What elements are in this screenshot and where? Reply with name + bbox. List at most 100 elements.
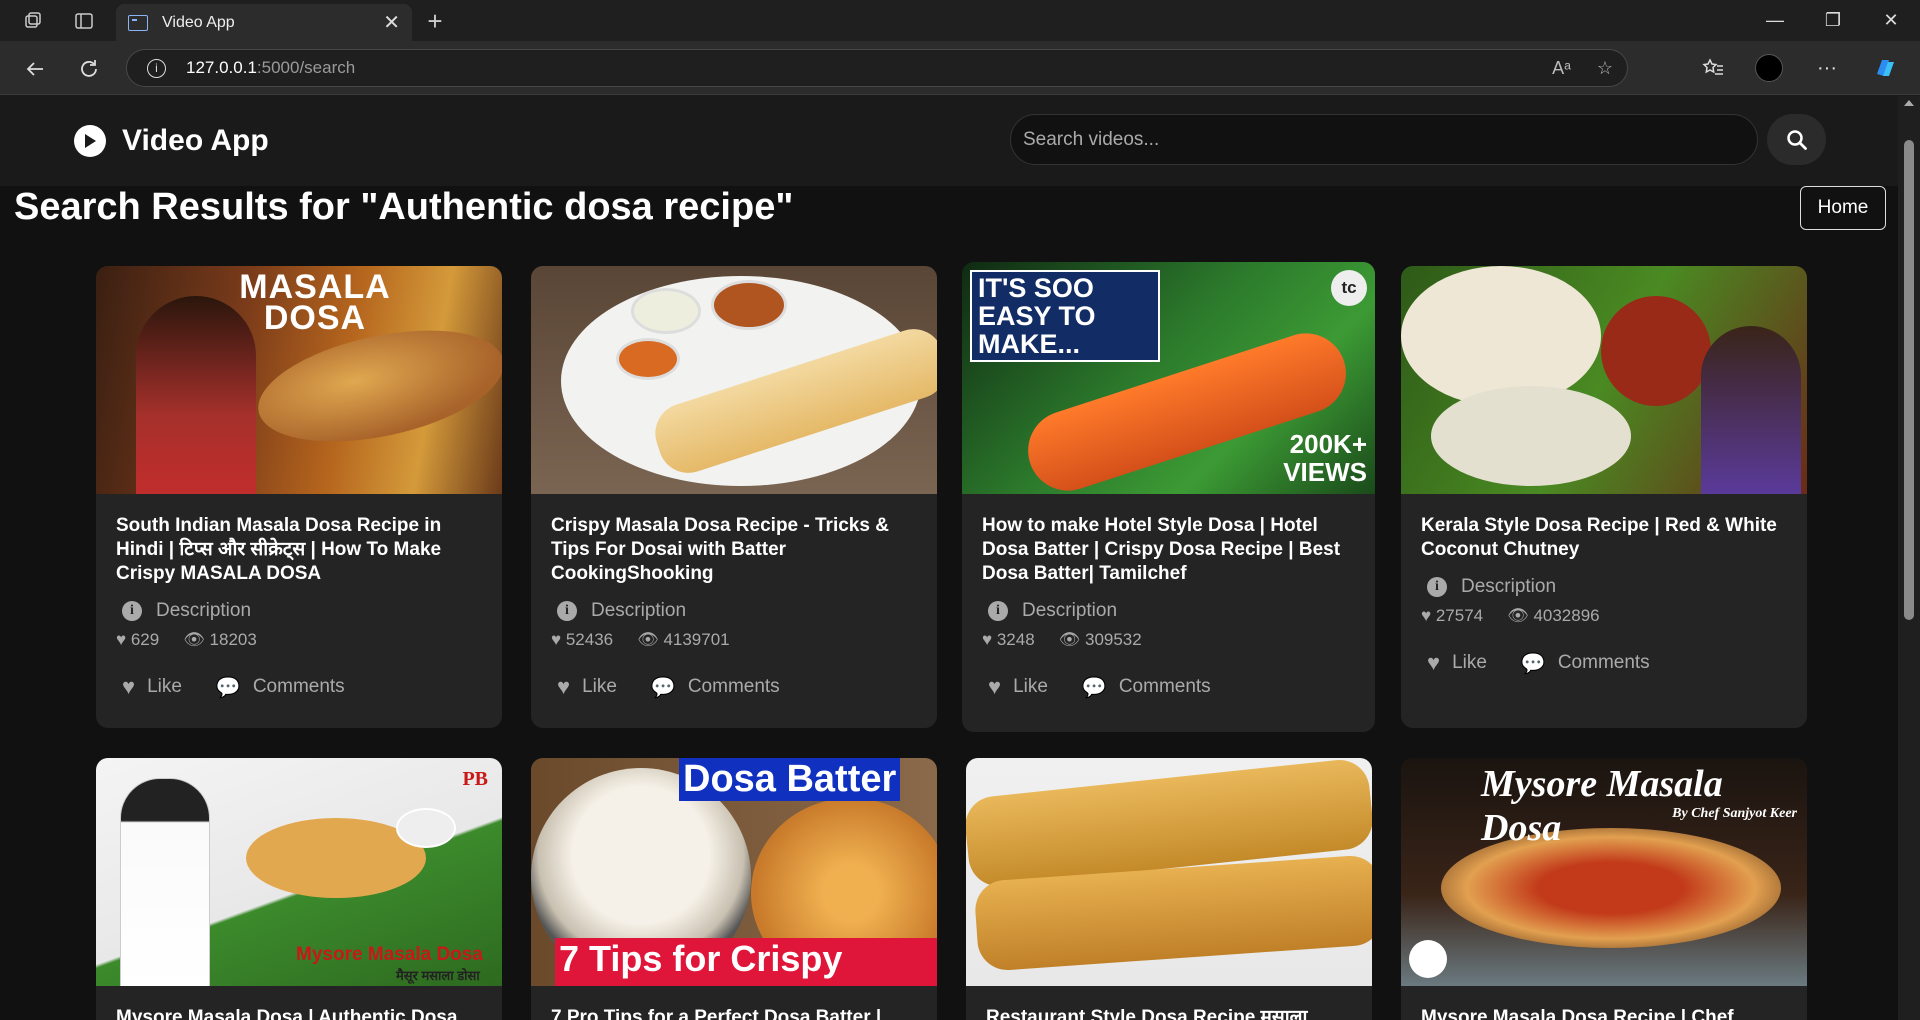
scrollbar-thumb[interactable] xyxy=(1904,140,1914,620)
url-path: :5000/search xyxy=(256,58,356,77)
info-icon: i xyxy=(988,601,1008,621)
video-thumbnail[interactable]: Mysore Masala Dosa By Chef Sanjyot Keer xyxy=(1401,758,1807,986)
eye-icon: 👁 xyxy=(637,630,659,649)
copilot-icon[interactable] xyxy=(1870,53,1900,83)
comments-button[interactable]: 💬 Comments xyxy=(1521,651,1650,676)
favorites-icon[interactable] xyxy=(1698,53,1728,83)
video-title[interactable]: How to make Hotel Style Dosa | Hotel Dos… xyxy=(982,514,1357,586)
thumbnail-caption-hindi: मैसूर मसाला डोसा xyxy=(396,968,480,983)
url-host: 127.0.0.1 xyxy=(186,58,257,77)
video-thumbnail[interactable]: IT'S SOO EASY TO MAKE... 200K+ VIEWS tc xyxy=(962,262,1375,494)
video-card[interactable]: Mysore Masala Dosa By Chef Sanjyot Keer … xyxy=(1401,758,1807,1020)
like-button[interactable]: ♥ Like xyxy=(122,674,182,700)
video-card[interactable]: IT'S SOO EASY TO MAKE... 200K+ VIEWS tc … xyxy=(962,262,1375,732)
video-thumbnail[interactable] xyxy=(1401,266,1807,494)
thumbnail-caption-secondary: By Chef Sanjyot Keer xyxy=(1672,806,1797,821)
video-card[interactable]: Kerala Style Dosa Recipe | Red & White C… xyxy=(1401,266,1807,728)
view-count: 18203 xyxy=(209,630,257,649)
video-card[interactable]: MASALA DOSA South Indian Masala Dosa Rec… xyxy=(96,266,502,728)
comments-button[interactable]: 💬 Comments xyxy=(216,675,345,700)
heart-icon: ♥ xyxy=(122,674,136,699)
close-tab-icon[interactable]: ✕ xyxy=(383,10,400,35)
workspaces-icon[interactable] xyxy=(20,8,46,34)
video-thumbnail[interactable] xyxy=(531,266,937,494)
video-title[interactable]: 7 Pro Tips for a Perfect Dosa Batter | xyxy=(551,1006,919,1020)
video-card[interactable]: Restaurant Style Dosa Recipe मसाला xyxy=(966,758,1372,1020)
video-card[interactable]: Dosa Batter 7 Tips for Crispy Dosa 7 Pro… xyxy=(531,758,937,1020)
search-icon xyxy=(1786,129,1807,150)
heart-icon: ♥ xyxy=(982,630,993,649)
browser-tab-bar: Video App ✕ + — ❐ ✕ xyxy=(0,0,1920,41)
address-bar[interactable]: i 127.0.0.1:5000/search Aᵃ ☆ xyxy=(126,49,1628,87)
description-toggle[interactable]: i Description xyxy=(988,600,1357,622)
minimize-icon[interactable]: — xyxy=(1746,0,1804,41)
description-toggle[interactable]: i Description xyxy=(1427,576,1789,598)
video-title[interactable]: Crispy Masala Dosa Recipe - Tricks & Tip… xyxy=(551,514,919,586)
more-options-icon[interactable]: ··· xyxy=(1812,53,1842,83)
like-label: Like xyxy=(1013,676,1048,697)
favorite-star-icon[interactable]: ☆ xyxy=(1597,58,1613,79)
page-title: Search Results for "Authentic dosa recip… xyxy=(14,186,794,228)
thumbnail-caption: Mysore Masala Dosa xyxy=(296,944,483,965)
video-thumbnail[interactable]: Dosa Batter 7 Tips for Crispy Dosa xyxy=(531,758,937,986)
view-count: 309532 xyxy=(1084,630,1142,649)
browser-toolbar: i 127.0.0.1:5000/search Aᵃ ☆ ··· xyxy=(0,41,1920,95)
comments-label: Comments xyxy=(687,676,780,697)
home-button[interactable]: Home xyxy=(1800,186,1886,230)
back-arrow-icon[interactable] xyxy=(20,54,50,84)
video-thumbnail[interactable]: MASALA DOSA xyxy=(96,266,502,494)
video-title[interactable]: Mysore Masala Dosa Recipe | Chef xyxy=(1421,1006,1789,1020)
description-label: Description xyxy=(1461,576,1557,597)
search-results-page: Search Results for "Authentic dosa recip… xyxy=(0,186,1898,1020)
comments-label: Comments xyxy=(1557,652,1650,673)
like-button[interactable]: ♥ Like xyxy=(1427,650,1487,676)
like-label: Like xyxy=(1452,652,1487,673)
heart-icon: ♥ xyxy=(551,630,562,649)
like-count: 629 xyxy=(130,630,160,649)
refresh-icon[interactable] xyxy=(74,54,104,84)
channel-logo xyxy=(1409,940,1447,978)
thumbnail-caption-secondary: 7 Tips for Crispy Dosa xyxy=(555,938,937,986)
description-label: Description xyxy=(1022,600,1118,621)
thumbnail-caption: Dosa Batter xyxy=(679,758,901,801)
like-button[interactable]: ♥ Like xyxy=(557,674,617,700)
video-stats: ♥ 3248 👁 309532 xyxy=(982,630,1357,650)
description-toggle[interactable]: i Description xyxy=(122,600,484,622)
video-thumbnail[interactable]: Mysore Masala Dosa मैसूर मसाला डोसा PB xyxy=(96,758,502,986)
like-button[interactable]: ♥ Like xyxy=(988,674,1048,700)
video-title[interactable]: Mysore Masala Dosa | Authentic Dosa xyxy=(116,1006,484,1020)
tab-video-app[interactable]: Video App ✕ xyxy=(116,4,412,41)
heart-icon: ♥ xyxy=(988,674,1002,699)
video-card[interactable]: Mysore Masala Dosa मैसूर मसाला डोसा PB M… xyxy=(96,758,502,1020)
like-label: Like xyxy=(582,676,617,697)
search-input[interactable] xyxy=(1010,114,1758,165)
video-card[interactable]: Crispy Masala Dosa Recipe - Tricks & Tip… xyxy=(531,266,937,728)
search-button[interactable] xyxy=(1767,114,1826,165)
scrollbar[interactable] xyxy=(1898,96,1920,1020)
restore-icon[interactable]: ❐ xyxy=(1804,0,1862,41)
tab-actions-icon[interactable] xyxy=(71,8,97,34)
eye-icon: 👁 xyxy=(1507,606,1529,625)
new-tab-icon[interactable]: + xyxy=(422,6,448,36)
video-title[interactable]: Kerala Style Dosa Recipe | Red & White C… xyxy=(1421,514,1789,562)
video-title[interactable]: Restaurant Style Dosa Recipe मसाला xyxy=(986,1006,1354,1020)
info-icon: i xyxy=(557,601,577,621)
view-count: 4032896 xyxy=(1533,606,1600,625)
app-header: Video App xyxy=(0,96,1898,186)
heart-icon: ♥ xyxy=(557,674,571,699)
scroll-up-arrow-icon[interactable] xyxy=(1904,100,1914,106)
video-stats: ♥ 52436 👁 4139701 xyxy=(551,630,919,650)
comments-button[interactable]: 💬 Comments xyxy=(1082,675,1211,700)
video-title[interactable]: South Indian Masala Dosa Recipe in Hindi… xyxy=(116,514,484,586)
video-thumbnail[interactable] xyxy=(966,758,1372,986)
close-window-icon[interactable]: ✕ xyxy=(1862,0,1920,41)
comments-button[interactable]: 💬 Comments xyxy=(651,675,780,700)
description-label: Description xyxy=(156,600,252,621)
site-info-icon[interactable]: i xyxy=(147,58,166,78)
description-label: Description xyxy=(591,600,687,621)
profile-avatar[interactable] xyxy=(1754,53,1784,83)
read-aloud-icon[interactable]: Aᵃ xyxy=(1552,58,1571,79)
app-logo[interactable]: Video App xyxy=(74,124,269,158)
description-toggle[interactable]: i Description xyxy=(557,600,919,622)
page-favicon-icon xyxy=(128,14,148,31)
